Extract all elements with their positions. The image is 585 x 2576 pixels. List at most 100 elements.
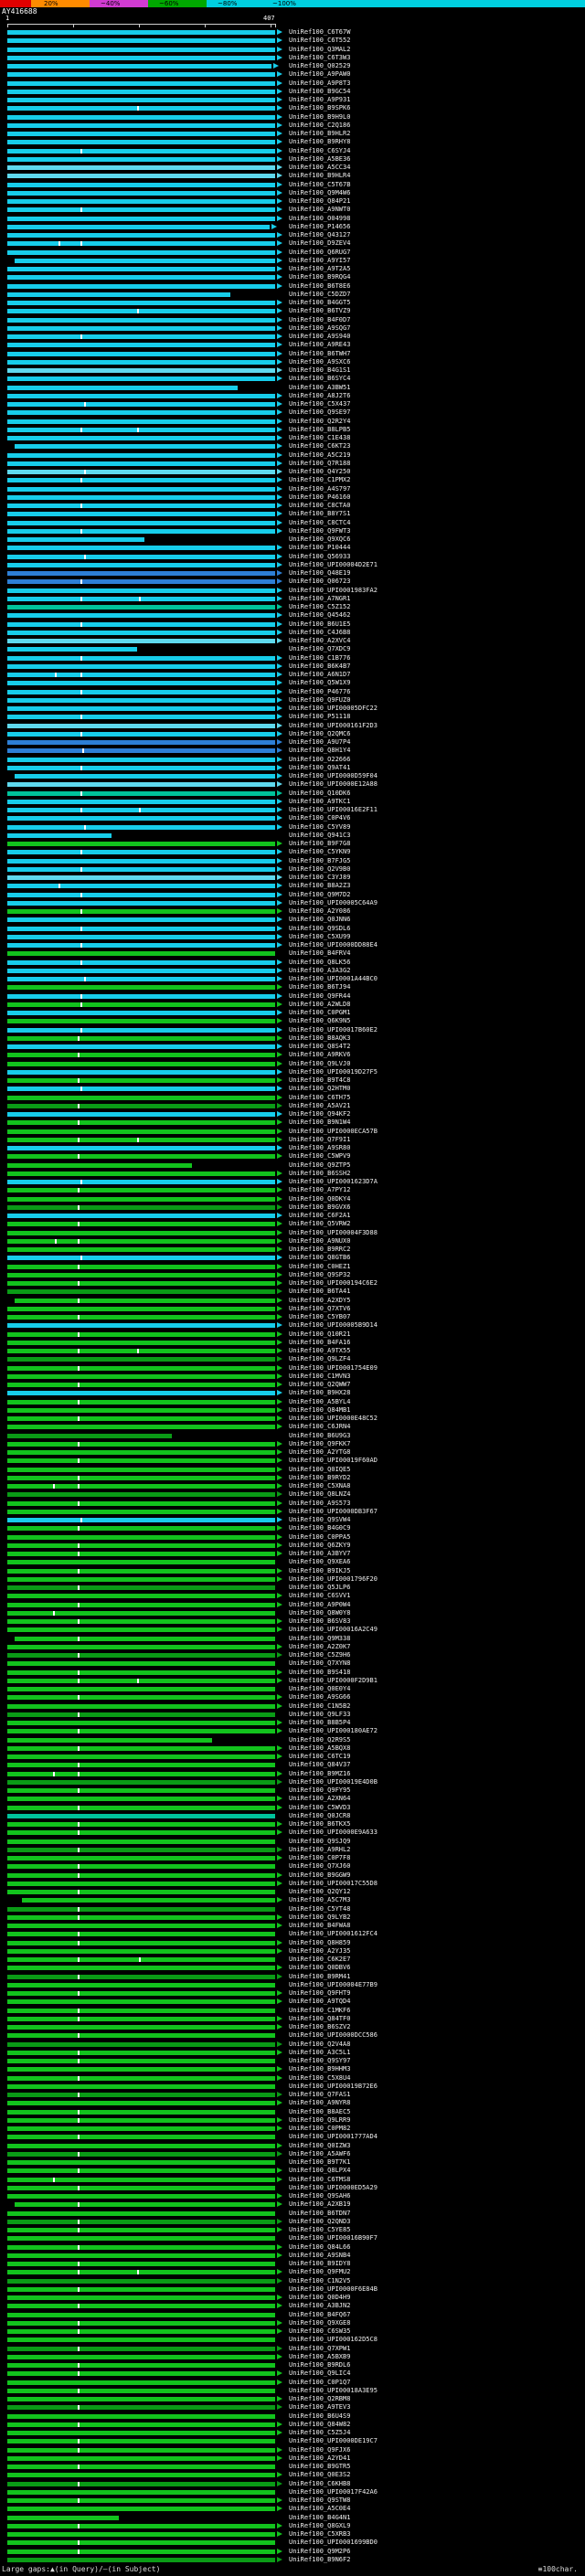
hit-label[interactable]: UniRef100_Q84W82	[289, 2421, 350, 2429]
hit-label[interactable]: UniRef100_C0P1Q7	[289, 2379, 350, 2387]
hit-label[interactable]: UniRef100_P14656	[289, 223, 350, 231]
hit-label[interactable]: UniRef100_C5X437	[289, 400, 350, 408]
hit-alignment-bar[interactable]	[7, 2245, 275, 2250]
hit-label[interactable]: UniRef100_A9P8T3	[289, 80, 350, 88]
hit-alignment-bar[interactable]	[7, 30, 275, 35]
hit-row[interactable]: UniRef100_Q9SVW4	[0, 1516, 585, 1524]
hit-label[interactable]: UniRef100_B9RHY8	[289, 138, 350, 146]
hit-row[interactable]: UniRef100_Q9FMU2	[0, 2268, 585, 2276]
hit-row[interactable]: UniRef100_B6TWH7	[0, 350, 585, 358]
hit-alignment-bar[interactable]	[7, 664, 275, 669]
hit-row[interactable]: UniRef100_C6T67W	[0, 28, 585, 37]
hit-alignment-bar[interactable]	[7, 1999, 275, 2004]
hit-row[interactable]: UniRef100_B9GC54	[0, 88, 585, 96]
hit-label[interactable]: UniRef100_B4F0D7	[289, 316, 350, 324]
hit-alignment-bar[interactable]	[7, 850, 275, 854]
hit-alignment-bar[interactable]	[7, 2093, 275, 2097]
hit-alignment-bar[interactable]	[7, 225, 270, 229]
hit-row[interactable]: UniRef100_C6TMS8	[0, 2176, 585, 2184]
hit-row[interactable]: UniRef100_UPI00019B72E6	[0, 2083, 585, 2091]
hit-label[interactable]: UniRef100_UPI000162D5C8	[289, 2336, 378, 2344]
hit-alignment-bar[interactable]	[7, 402, 275, 407]
hit-label[interactable]: UniRef100_A8J2T6	[289, 392, 350, 400]
hit-row[interactable]: UniRef100_UPI00018A3E95	[0, 2387, 585, 2395]
hit-label[interactable]: UniRef100_C1N2V5	[289, 2277, 350, 2285]
hit-label[interactable]: UniRef100_UPI00005B9D14	[289, 1321, 378, 1330]
hit-alignment-bar[interactable]	[7, 639, 275, 643]
hit-alignment-bar[interactable]	[7, 1873, 275, 1878]
hit-alignment-bar[interactable]	[7, 1966, 275, 1970]
hit-label[interactable]: UniRef100_Q9LF33	[289, 1711, 350, 1719]
hit-row[interactable]: UniRef100_Q5VRW2	[0, 1220, 585, 1228]
hit-label[interactable]: UniRef100_C6TH75	[289, 1094, 350, 1102]
hit-alignment-bar[interactable]	[7, 123, 275, 128]
hit-row[interactable]: UniRef100_C6KT23	[0, 442, 585, 451]
hit-label[interactable]: UniRef100_B9RYD2	[289, 1474, 350, 1482]
hit-row[interactable]: UniRef100_B4G0C9	[0, 1524, 585, 1532]
hit-alignment-bar[interactable]	[7, 1577, 275, 1582]
hit-row[interactable]: UniRef100_A2YTG8	[0, 1448, 585, 1457]
hit-label[interactable]: UniRef100_B8B5P4	[289, 1719, 350, 1727]
hit-row[interactable]: UniRef100_C6K2E7	[0, 1956, 585, 1964]
hit-row[interactable]: UniRef100_B6TJ94	[0, 983, 585, 991]
hit-label[interactable]: UniRef100_Q9SDL6	[289, 925, 350, 933]
hit-alignment-bar[interactable]	[7, 2389, 275, 2393]
hit-alignment-bar[interactable]	[7, 1518, 275, 1522]
hit-label[interactable]: UniRef100_C1PMX2	[289, 476, 350, 484]
hit-alignment-bar[interactable]	[7, 1653, 275, 1658]
hit-row[interactable]: UniRef100_B4GGT5	[0, 299, 585, 307]
hit-label[interactable]: UniRef100_UPI0001777AD4	[289, 2133, 378, 2141]
hit-row[interactable]: UniRef100_A3BW51	[0, 384, 585, 392]
hit-row[interactable]: UniRef100_A5C7M3	[0, 1896, 585, 1904]
hit-alignment-bar[interactable]	[7, 2337, 275, 2342]
hit-alignment-bar[interactable]	[7, 2347, 275, 2351]
hit-row[interactable]: UniRef100_C5XNA8	[0, 1482, 585, 1490]
hit-row[interactable]: UniRef100_B4FQ67	[0, 2311, 585, 2319]
hit-row[interactable]: UniRef100_Q9XQC6	[0, 535, 585, 544]
hit-alignment-bar[interactable]	[7, 2051, 275, 2055]
hit-row[interactable]: UniRef100_A9TQD4	[0, 1998, 585, 2006]
hit-label[interactable]: UniRef100_Q7XPW1	[289, 2345, 350, 2353]
hit-row[interactable]: UniRef100_A9T2A5	[0, 265, 585, 273]
hit-row[interactable]: UniRef100_C5Z152	[0, 603, 585, 611]
hit-alignment-bar[interactable]	[7, 478, 275, 482]
hit-row[interactable]: UniRef100_Q84TF0	[0, 2015, 585, 2023]
hit-row[interactable]: UniRef100_B9N1W4	[0, 1118, 585, 1127]
hit-label[interactable]: UniRef100_A7NGR1	[289, 595, 350, 603]
hit-alignment-bar[interactable]	[7, 960, 275, 965]
hit-label[interactable]: UniRef100_Q8W0Y8	[289, 1609, 350, 1617]
hit-alignment-bar[interactable]	[7, 1078, 275, 1083]
hit-label[interactable]: UniRef100_A2YD41	[289, 2454, 350, 2463]
hit-label[interactable]: UniRef100_UPI00004D2E71	[289, 561, 378, 569]
hit-row[interactable]: UniRef100_A5C219	[0, 451, 585, 460]
hit-alignment-bar[interactable]	[7, 1231, 275, 1235]
hit-alignment-bar[interactable]	[7, 1526, 275, 1531]
hit-label[interactable]: UniRef100_A5C219	[289, 451, 350, 460]
hit-label[interactable]: UniRef100_C6KT23	[289, 442, 350, 451]
hit-alignment-bar[interactable]	[7, 1772, 275, 1776]
hit-label[interactable]: UniRef100_Q9FMU2	[289, 2268, 350, 2276]
hit-label[interactable]: UniRef100_A2XDY5	[289, 1297, 350, 1305]
hit-alignment-bar[interactable]	[7, 1120, 275, 1125]
hit-row[interactable]: UniRef100_B6SSH2	[0, 1170, 585, 1178]
hit-row[interactable]: UniRef100_B6TA41	[0, 1288, 585, 1296]
hit-alignment-bar[interactable]	[7, 1315, 275, 1320]
hit-label[interactable]: UniRef100_A9SXC6	[289, 358, 350, 366]
hit-row[interactable]: UniRef100_C3YJ89	[0, 874, 585, 882]
hit-alignment-bar[interactable]	[7, 1806, 275, 1810]
hit-label[interactable]: UniRef100_Q56933	[289, 553, 350, 561]
hit-row[interactable]: UniRef100_A2YD41	[0, 2454, 585, 2463]
hit-label[interactable]: UniRef100_Q48E19	[289, 569, 350, 578]
hit-alignment-bar[interactable]	[7, 715, 275, 719]
hit-alignment-bar[interactable]	[7, 1763, 275, 1767]
hit-alignment-bar[interactable]	[7, 875, 275, 880]
hit-label[interactable]: UniRef100_Q5W1X9	[289, 679, 350, 687]
hit-alignment-bar[interactable]	[7, 605, 275, 610]
hit-alignment-bar[interactable]	[7, 1468, 275, 1472]
hit-alignment-bar[interactable]	[7, 267, 275, 271]
hit-row[interactable]: UniRef100_A9RHL2	[0, 1846, 585, 1854]
hit-label[interactable]: UniRef100_B6U4S9	[289, 2412, 350, 2421]
hit-alignment-bar[interactable]	[7, 461, 275, 466]
hit-alignment-bar[interactable]	[7, 1738, 212, 1743]
hit-alignment-bar[interactable]	[7, 2144, 275, 2148]
